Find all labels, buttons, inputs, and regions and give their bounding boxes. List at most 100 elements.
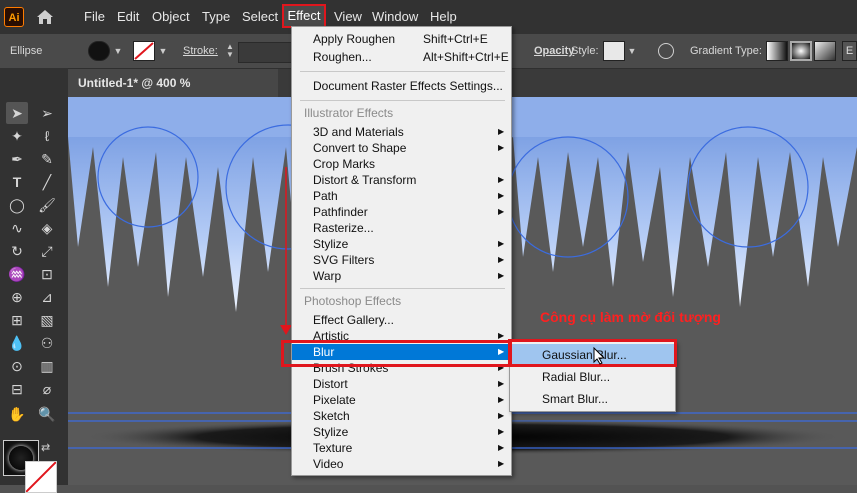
style-dropdown-icon[interactable]: ▼	[626, 43, 638, 59]
menu-file[interactable]: File	[84, 9, 105, 24]
direct-selection-tool-icon[interactable]: ➢	[36, 102, 58, 124]
photoshop-effects-header: Photoshop Effects	[304, 294, 402, 308]
submenu-arrow-icon: ▶	[498, 127, 505, 136]
fill-swatch[interactable]	[88, 41, 110, 61]
scale-tool-icon[interactable]: ⤢	[36, 240, 58, 262]
menu-item-texture[interactable]: Texture ▶	[292, 440, 511, 456]
menu-item-effect-gallery[interactable]: Effect Gallery...	[292, 312, 511, 328]
blend-tool-icon[interactable]: ⚇	[36, 332, 58, 354]
rotate-tool-icon[interactable]: ↻	[6, 240, 28, 262]
magic-wand-tool-icon[interactable]: ✦	[6, 125, 28, 147]
menu-separator	[300, 71, 505, 72]
recolor-icon[interactable]	[658, 43, 674, 59]
line-segment-tool-icon[interactable]: ╱	[36, 171, 58, 193]
submenu-arrow-icon: ▶	[498, 191, 505, 200]
menu-effect[interactable]: Effect	[282, 4, 326, 28]
menu-item-3d-and-materials[interactable]: 3D and Materials ▶	[292, 124, 511, 140]
menu-item-sketch[interactable]: Sketch ▶	[292, 408, 511, 424]
illustrator-effects-header: Illustrator Effects	[304, 106, 394, 120]
blur-highlight-box	[281, 340, 512, 367]
hand-tool-icon[interactable]: ✋	[6, 403, 28, 425]
menu-item-path[interactable]: Path ▶	[292, 188, 511, 204]
menu-window[interactable]: Window	[372, 9, 418, 24]
column-graph-tool-icon[interactable]: ▥	[36, 355, 58, 377]
shaper-tool-icon[interactable]: ∿	[6, 217, 28, 239]
menu-item-svg-filters[interactable]: SVG Filters ▶	[292, 252, 511, 268]
menu-item-document-raster-settings[interactable]: Document Raster Effects Settings...	[292, 78, 511, 94]
stroke-swatch[interactable]	[133, 41, 155, 61]
opacity-label[interactable]: Opacity	[534, 45, 574, 57]
warp-tool-icon[interactable]: ♒	[6, 263, 28, 285]
menu-item-pixelate[interactable]: Pixelate ▶	[292, 392, 511, 408]
menu-item-distort-transform[interactable]: Distort & Transform ▶	[292, 172, 511, 188]
slice-tool-icon[interactable]: ⌀	[36, 378, 58, 400]
submenu-arrow-icon: ▶	[498, 271, 505, 280]
ellipse-tool-icon[interactable]: ◯	[6, 194, 28, 216]
annotation-label: Công cụ làm mờ đối tượng	[540, 309, 721, 325]
menu-separator	[300, 288, 505, 289]
mesh-tool-icon[interactable]: ⊞	[6, 309, 28, 331]
menu-object[interactable]: Object	[152, 9, 190, 24]
mouse-cursor-icon	[593, 346, 607, 365]
submenu-arrow-icon: ▶	[498, 207, 505, 216]
curvature-tool-icon[interactable]: ✎	[36, 148, 58, 170]
swap-fill-stroke-icon[interactable]: ⇄	[41, 441, 50, 454]
menu-select[interactable]: Select	[242, 9, 278, 24]
stroke-stepper-icon[interactable]: ▲ ▼	[224, 43, 236, 59]
type-tool-icon[interactable]: T	[6, 171, 28, 193]
menu-item-warp[interactable]: Warp ▶	[292, 268, 511, 284]
stroke-label[interactable]: Stroke:	[183, 45, 218, 57]
menu-item-stylize-photoshop[interactable]: Stylize ▶	[292, 424, 511, 440]
effect-menu: Apply Roughen Shift+Ctrl+E Roughen... Alt+…	[291, 26, 512, 476]
stroke-color-box[interactable]	[25, 461, 57, 493]
submenu-item-radial-blur[interactable]: Radial Blur...	[510, 366, 675, 388]
menu-edit[interactable]: Edit	[117, 9, 139, 24]
edit-gradient-button[interactable]: E	[842, 41, 857, 61]
gradient-tool-icon[interactable]: ▧	[36, 309, 58, 331]
menu-item-pathfinder[interactable]: Pathfinder ▶	[292, 204, 511, 220]
radial-gradient-button[interactable]	[790, 41, 812, 61]
submenu-item-smart-blur[interactable]: Smart Blur...	[510, 388, 675, 410]
menu-separator	[300, 100, 505, 101]
menu-item-roughen[interactable]: Roughen... Alt+Shift+Ctrl+E	[292, 49, 511, 65]
freeform-gradient-button[interactable]	[814, 41, 836, 61]
submenu-arrow-icon: ▶	[498, 143, 505, 152]
free-transform-tool-icon[interactable]: ⊡	[36, 263, 58, 285]
pen-tool-icon[interactable]: ✒	[6, 148, 28, 170]
linear-gradient-button[interactable]	[766, 41, 788, 61]
symbol-sprayer-tool-icon[interactable]: ⊙	[6, 355, 28, 377]
menu-item-crop-marks[interactable]: Crop Marks	[292, 156, 511, 172]
submenu-arrow-icon: ▶	[498, 175, 505, 184]
menu-item-convert-to-shape[interactable]: Convert to Shape ▶	[292, 140, 511, 156]
lasso-tool-icon[interactable]: ℓ	[36, 125, 58, 147]
artboard-tool-icon[interactable]: ⊟	[6, 378, 28, 400]
menu-item-video[interactable]: Video ▶	[292, 456, 511, 472]
selection-type-label: Ellipse	[10, 45, 43, 57]
menu-view[interactable]: View	[334, 9, 362, 24]
fill-dropdown-icon[interactable]: ▼	[112, 43, 124, 59]
tools-panel: ➤ ➢ ✦ ℓ ✒ ✎ T ╱ ◯ 🖌 ∿ ◈ ↻ ⤢ ♒ ⊡ ⊕ ⊿ ⊞ ▧ …	[0, 68, 68, 493]
document-tab[interactable]: Untitled-1* @ 400 % (CMYK/Preview)	[68, 69, 278, 118]
paintbrush-tool-icon[interactable]: 🖌	[36, 194, 58, 216]
eyedropper-tool-icon[interactable]: 💧	[6, 332, 28, 354]
submenu-arrow-icon: ▶	[498, 395, 505, 404]
menu-item-rasterize[interactable]: Rasterize...	[292, 220, 511, 236]
submenu-arrow-icon: ▶	[498, 379, 505, 388]
menu-item-distort[interactable]: Distort ▶	[292, 376, 511, 392]
menu-item-apply-roughen[interactable]: Apply Roughen Shift+Ctrl+E	[292, 31, 511, 47]
home-icon[interactable]	[35, 7, 55, 27]
submenu-arrow-icon: ▶	[498, 443, 505, 452]
menu-item-stylize-illustrator[interactable]: Stylize ▶	[292, 236, 511, 252]
submenu-arrow-icon: ▶	[498, 255, 505, 264]
stroke-dropdown-icon[interactable]: ▼	[157, 43, 169, 59]
illustrator-logo: Ai	[4, 7, 24, 27]
gradient-type-label: Gradient Type:	[690, 45, 762, 57]
shape-builder-tool-icon[interactable]: ⊕	[6, 286, 28, 308]
zoom-tool-icon[interactable]: 🔍	[36, 403, 58, 425]
menu-type[interactable]: Type	[202, 9, 230, 24]
style-swatch[interactable]	[603, 41, 625, 61]
selection-tool-icon[interactable]: ➤	[6, 102, 28, 124]
perspective-grid-tool-icon[interactable]: ⊿	[36, 286, 58, 308]
eraser-tool-icon[interactable]: ◈	[36, 217, 58, 239]
menu-help[interactable]: Help	[430, 9, 457, 24]
